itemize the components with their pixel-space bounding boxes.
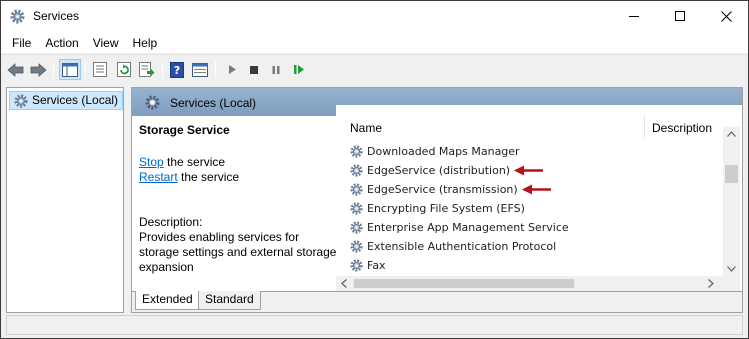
start-service-icon: [229, 65, 236, 74]
restart-service-link[interactable]: Restart: [139, 170, 178, 184]
help-button[interactable]: ?: [166, 59, 188, 80]
console-view-icon: [192, 62, 208, 77]
tree-item-services-local[interactable]: Services (Local): [9, 91, 124, 110]
stop-service-icon: [250, 65, 258, 74]
scroll-right-arrow-icon[interactable]: [708, 279, 714, 288]
column-header-name[interactable]: Name: [350, 121, 382, 135]
help-icon: ?: [170, 61, 184, 78]
export-list-icon: [139, 62, 155, 77]
gear-icon: [144, 94, 161, 114]
column-header-row: Name Description: [336, 105, 742, 139]
scrollbar-corner: [723, 276, 740, 291]
service-name: Encrypting File System (EFS): [367, 202, 525, 215]
status-bar: [6, 315, 743, 335]
show-hide-tree-icon: [62, 62, 78, 77]
restart-service-button[interactable]: [288, 59, 310, 80]
menu-help[interactable]: Help: [126, 34, 165, 52]
close-button[interactable]: [703, 1, 748, 32]
console-view-button[interactable]: [189, 59, 211, 80]
forward-arrow-icon: [30, 62, 47, 77]
table-row[interactable]: Encrypting File System (EFS): [336, 199, 726, 218]
service-name: Fax: [367, 259, 386, 272]
table-row[interactable]: Fax: [336, 256, 726, 275]
pause-service-button[interactable]: [265, 59, 287, 80]
description-label: Description:: [139, 215, 203, 229]
refresh-button[interactable]: [113, 59, 135, 80]
service-name: Extensible Authentication Protocol: [367, 240, 557, 253]
service-name: EdgeService (distribution): [367, 164, 511, 177]
tab-extended[interactable]: Extended: [135, 291, 200, 310]
menu-view[interactable]: View: [86, 34, 126, 52]
horizontal-scroll-thumb[interactable]: [354, 279, 574, 288]
service-name: Downloaded Maps Manager: [367, 145, 520, 158]
annotation-arrow-icon: [522, 184, 551, 195]
close-icon: [720, 11, 732, 22]
maximize-button[interactable]: [657, 1, 703, 32]
properties-icon: [93, 62, 107, 77]
service-name: Enterprise App Management Service: [367, 221, 569, 234]
back-button[interactable]: [5, 59, 27, 80]
services-window: Services File Action View Help ? Service…: [0, 0, 749, 339]
column-divider[interactable]: [644, 115, 645, 139]
table-row[interactable]: Enterprise App Management Service: [336, 218, 726, 237]
table-row[interactable]: Extensible Authentication Protocol: [336, 237, 726, 256]
tree-item-label: Services (Local): [32, 93, 119, 107]
service-rows: Downloaded Maps Manager EdgeService (dist…: [336, 142, 726, 275]
title-bar: Services: [1, 1, 748, 32]
extended-details-panel: Storage Service Stop the service Restart…: [132, 116, 336, 291]
export-list-button[interactable]: [136, 59, 158, 80]
menu-bar: File Action View Help: [1, 32, 748, 53]
gear-icon: [9, 8, 26, 25]
services-list: Name Description Downloaded Maps Manager…: [336, 105, 742, 291]
table-row[interactable]: Downloaded Maps Manager: [336, 142, 726, 161]
annotation-arrow-icon: [514, 165, 543, 176]
restart-service-icon: [294, 65, 304, 74]
refresh-icon: [116, 62, 131, 77]
window-title: Services: [33, 9, 80, 23]
start-service-button[interactable]: [221, 59, 243, 80]
scroll-left-arrow-icon[interactable]: [341, 279, 347, 288]
properties-button[interactable]: [89, 59, 111, 80]
show-hide-console-tree-button[interactable]: [59, 59, 81, 80]
column-header-description[interactable]: Description: [652, 121, 712, 135]
pane-header-title: Services (Local): [170, 96, 257, 110]
gear-icon: [13, 93, 29, 114]
menu-action[interactable]: Action: [38, 34, 85, 52]
description-text: Provides enabling services for storage s…: [139, 230, 337, 274]
stop-service-link[interactable]: Stop: [139, 155, 164, 169]
horizontal-scrollbar[interactable]: [336, 276, 723, 291]
forward-button[interactable]: [27, 59, 49, 80]
services-pane: Services (Local) Storage Service Stop th…: [131, 87, 743, 313]
view-tabs: Extended Standard: [132, 291, 742, 312]
maximize-icon: [674, 11, 685, 21]
scroll-up-arrow-icon[interactable]: [727, 131, 736, 137]
console-tree: Services (Local): [6, 87, 124, 313]
table-row[interactable]: EdgeService (distribution): [336, 161, 726, 180]
toolbar: ?: [1, 54, 748, 83]
stop-action-line: Stop the service: [139, 155, 225, 169]
table-row[interactable]: EdgeService (transmission): [336, 180, 726, 199]
vertical-scrollbar[interactable]: [723, 127, 740, 276]
stop-action-suffix: the service: [163, 155, 226, 169]
scroll-down-arrow-icon[interactable]: [727, 266, 736, 272]
back-arrow-icon: [7, 62, 24, 77]
minimize-icon: [628, 16, 639, 17]
restart-action-suffix: the service: [177, 170, 240, 184]
minimize-button[interactable]: [611, 1, 657, 32]
tab-standard[interactable]: Standard: [198, 291, 261, 310]
vertical-scroll-thumb[interactable]: [725, 165, 738, 183]
selected-service-title: Storage Service: [139, 123, 230, 137]
stop-service-button[interactable]: [243, 59, 265, 80]
service-name: EdgeService (transmission): [367, 183, 518, 196]
restart-action-line: Restart the service: [139, 170, 239, 184]
svg-text:?: ?: [174, 64, 180, 77]
pause-service-icon: [272, 65, 280, 74]
menu-file[interactable]: File: [5, 34, 38, 52]
